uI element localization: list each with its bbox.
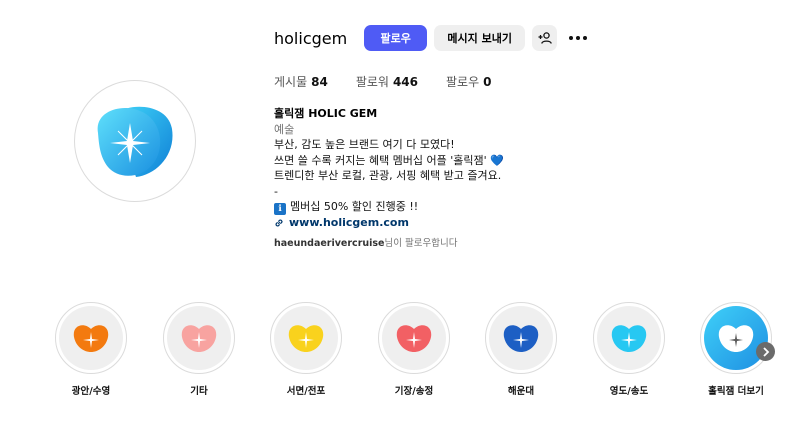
stat-following[interactable]: 팔로우 0 [446, 73, 491, 90]
heart-gem-icon [288, 325, 324, 352]
highlight-label: 기장/송정 [394, 386, 434, 397]
heart-gem-icon [503, 325, 539, 352]
info-icon: ℹ [274, 203, 286, 215]
stat-followers[interactable]: 팔로워 446 [356, 73, 418, 90]
add-person-icon [538, 32, 552, 44]
chevron-right-icon [762, 346, 769, 357]
highlight-item[interactable]: 영도/송도 [590, 302, 668, 397]
highlight-item[interactable]: 기타 [160, 302, 238, 397]
profile-avatar[interactable] [74, 80, 196, 202]
link-icon [275, 219, 283, 227]
highlight-label: 기타 [190, 386, 208, 397]
website-link[interactable]: www.holicgem.com [274, 215, 504, 231]
display-name: 홀릭잼 HOLIC GEM [274, 107, 378, 120]
more-icon [569, 36, 588, 40]
bio-line: 부산, 감도 높은 브랜드 여기 다 모였다! [274, 138, 455, 151]
bio-line: ℹ 멤버십 50% 할인 진행중 !! [274, 199, 504, 215]
highlight-item[interactable]: 기장/송정 [375, 302, 453, 397]
follow-button[interactable]: 팔로우 [364, 25, 428, 51]
heart-gem-icon [181, 325, 217, 352]
highlights-next-button[interactable] [756, 342, 775, 361]
highlight-label: 해운대 [507, 386, 535, 397]
highlight-item[interactable]: 해운대 [482, 302, 560, 397]
followed-by-text[interactable]: haeundaerivercruise님이 팔로우합니다 [274, 235, 457, 249]
message-button[interactable]: 메시지 보내기 [434, 25, 526, 51]
highlight-label: 영도/송도 [609, 386, 649, 397]
highlight-label: 광안/수영 [71, 386, 111, 397]
profile-bio: 홀릭잼 HOLIC GEM 예술 부산, 감도 높은 브랜드 여기 다 모였다!… [274, 106, 504, 231]
bio-line: 트렌디한 부산 로컬, 관광, 서핑 혜택 받고 즐겨요. [274, 169, 502, 182]
bio-line: - [274, 184, 278, 198]
profile-page: holicgem 팔로우 메시지 보내기 게시물 84 팔로워 446 팔로우 … [0, 0, 800, 442]
profile-header: holicgem 팔로우 메시지 보내기 [274, 24, 597, 52]
holicgem-logo-icon [97, 106, 173, 177]
highlight-item[interactable]: 서면/전포 [267, 302, 345, 397]
heart-gem-icon [396, 325, 432, 352]
heart-gem-icon [718, 325, 754, 352]
category-label: 예술 [274, 122, 295, 136]
profile-stats: 게시물 84 팔로워 446 팔로우 0 [274, 73, 520, 90]
username: holicgem [274, 28, 348, 48]
heart-gem-icon [611, 325, 647, 352]
bio-line: 쓰면 쓸 수록 커지는 혜택 멤버십 어플 '홀릭잼' 💙 [274, 153, 504, 167]
highlight-label: 서면/전포 [286, 386, 326, 397]
suggested-accounts-button[interactable] [532, 25, 558, 51]
heart-gem-icon [73, 325, 109, 352]
stat-posts: 게시물 84 [274, 75, 328, 89]
highlight-item[interactable]: 광안/수영 [52, 302, 130, 397]
highlight-label: 홀릭잼 더보기 [708, 386, 764, 397]
more-options-button[interactable] [566, 25, 590, 51]
